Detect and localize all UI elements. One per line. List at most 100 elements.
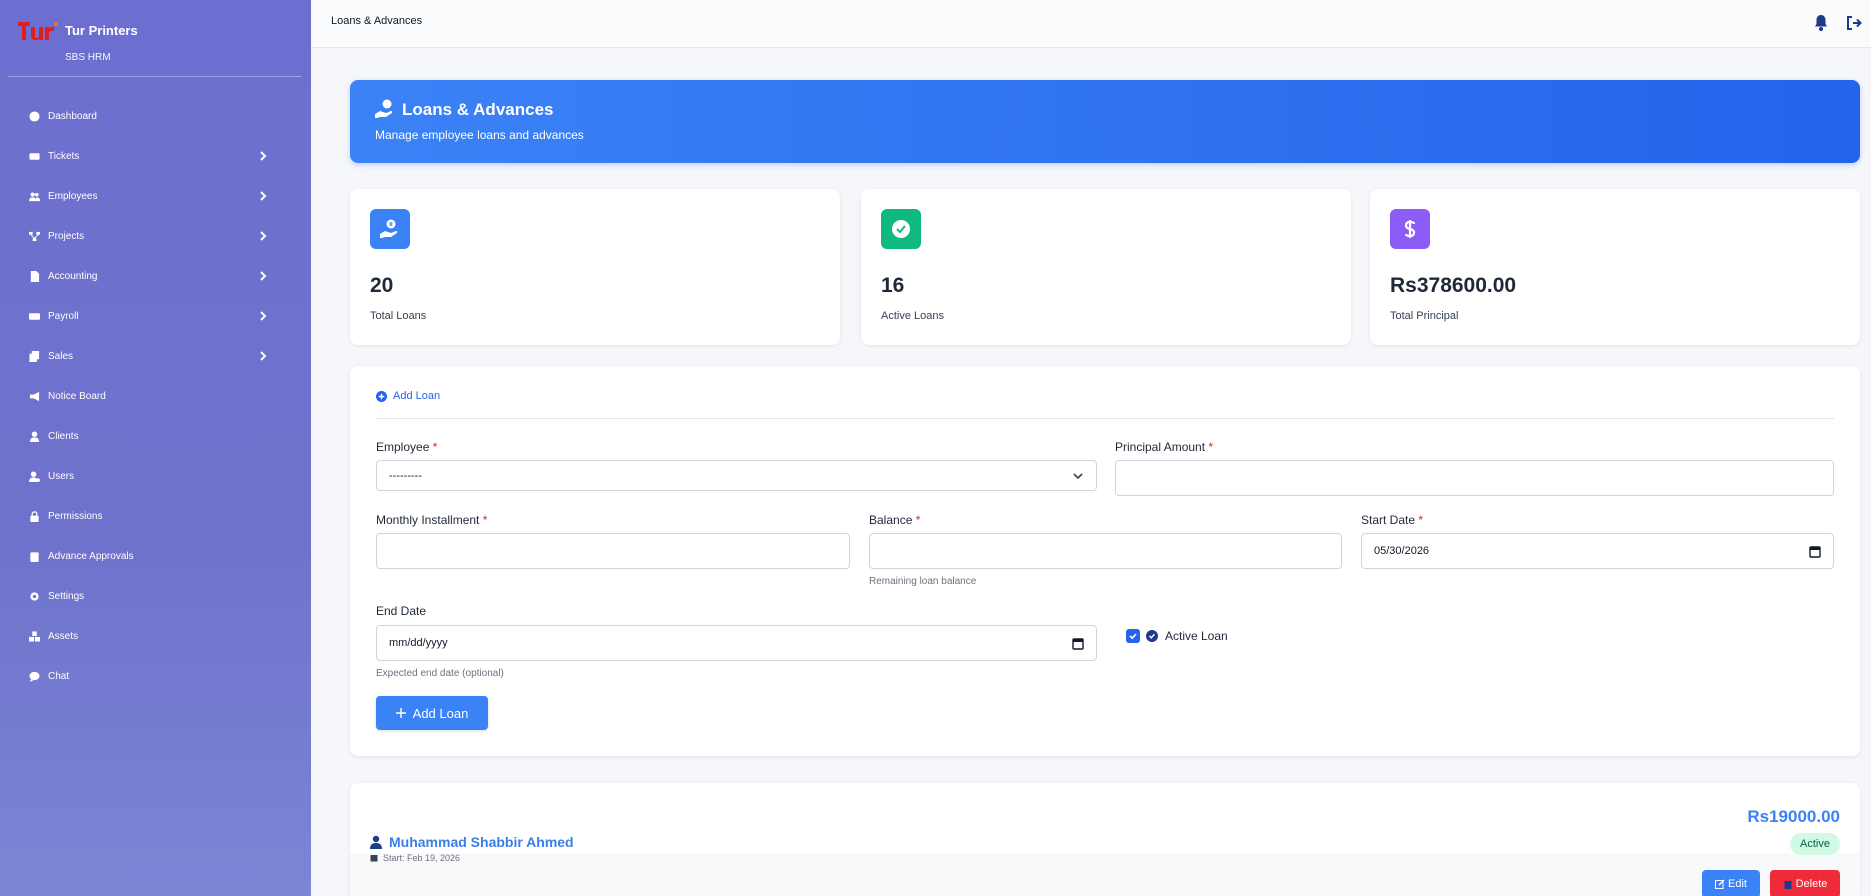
sidebar-item-assets[interactable]: Assets	[0, 616, 311, 656]
hand-dollar-icon	[374, 98, 396, 120]
logout-icon[interactable]	[1845, 14, 1863, 32]
balance-input[interactable]	[869, 533, 1342, 569]
required-mark: *	[915, 513, 921, 527]
sidebar-item-label: Clients	[48, 430, 79, 442]
sidebar-nav: Dashboard Tickets Employees Projects Account…	[0, 96, 311, 696]
sidebar-item-projects[interactable]: Projects	[0, 216, 311, 256]
balance-label-text: Balance	[869, 513, 913, 527]
sidebar-item-label: Dashboard	[48, 110, 97, 122]
start-date-input[interactable]: 05/30/2026	[1361, 533, 1834, 569]
boxes-icon	[28, 630, 40, 642]
start-date-label: Start Date *	[1361, 513, 1423, 527]
sidebar-item-payroll[interactable]: Payroll	[0, 296, 311, 336]
monthly-installment-input[interactable]	[376, 533, 850, 569]
stat-label: Total Principal	[1390, 310, 1459, 322]
ticket-icon	[28, 150, 40, 162]
page-subtitle: Manage employee loans and advances	[375, 128, 584, 142]
balance-help: Remaining loan balance	[869, 576, 977, 587]
sidebar-item-employees[interactable]: Employees	[0, 176, 311, 216]
sidebar-item-advance-approvals[interactable]: Advance Approvals	[0, 536, 311, 576]
start-date-value: 05/30/2026	[1374, 545, 1430, 557]
sidebar-item-permissions[interactable]: Permissions	[0, 496, 311, 536]
required-mark: *	[432, 440, 438, 454]
sitemap-icon	[28, 230, 40, 242]
end-date-label: End Date	[376, 604, 427, 618]
sidebar-item-label: Chat	[48, 670, 70, 682]
sidebar-item-dashboard[interactable]: Dashboard	[0, 96, 311, 136]
add-loan-form: Add Loan Employee * --------- Principal …	[350, 366, 1860, 756]
plus-icon	[395, 708, 406, 718]
edit-button[interactable]: Edit	[1702, 870, 1760, 896]
calendar-icon[interactable]	[1072, 637, 1084, 650]
page-header-banner: Loans & Advances Manage employee loans a…	[350, 80, 1860, 163]
active-loan-checkbox[interactable]: Active Loan	[1126, 629, 1228, 643]
dashboard-icon	[28, 110, 40, 122]
sidebar-item-chat[interactable]: Chat	[0, 656, 311, 696]
required-mark: *	[1418, 513, 1424, 527]
clipboard-check-icon	[28, 550, 40, 562]
sidebar-item-label: Settings	[48, 590, 85, 602]
user-gear-icon	[28, 470, 40, 482]
sidebar-item-users[interactable]: Users	[0, 456, 311, 496]
principal-amount-input[interactable]	[1115, 460, 1834, 496]
active-loan-label: Active Loan	[1165, 629, 1228, 643]
delete-button[interactable]: Delete	[1770, 870, 1840, 896]
required-mark: *	[1208, 440, 1214, 454]
sidebar-item-label: Permissions	[48, 510, 103, 522]
bullhorn-icon	[28, 390, 40, 402]
edit-button-label: Edit	[1728, 878, 1747, 890]
employee-label: Employee *	[376, 440, 437, 454]
stat-value: 20	[370, 274, 394, 297]
chevron-right-icon	[258, 350, 268, 362]
form-heading-label: Add Loan	[393, 390, 441, 402]
loan-card: Muhammad Shabbir Ahmed Start: Feb 19, 20…	[350, 783, 1860, 896]
sidebar-item-accounting[interactable]: Accounting	[0, 256, 311, 296]
loan-employee-name-text: Muhammad Shabbir Ahmed	[389, 834, 574, 850]
sidebar-item-label: Assets	[48, 630, 79, 642]
sidebar-item-settings[interactable]: Settings	[0, 576, 311, 616]
add-loan-button[interactable]: Add Loan	[376, 696, 488, 730]
loan-start-date: Start: Feb 19, 2026	[370, 853, 460, 863]
chevron-down-icon	[1073, 473, 1083, 480]
sidebar-item-notice-board[interactable]: Notice Board	[0, 376, 311, 416]
trash-icon	[1784, 881, 1792, 889]
brand-name: Tur Printers	[65, 23, 138, 38]
sidebar-item-label: Accounting	[48, 270, 98, 282]
sidebar-item-clients[interactable]: Clients	[0, 416, 311, 456]
loan-amount: Rs19000.00	[1747, 807, 1840, 826]
loan-employee-name[interactable]: Muhammad Shabbir Ahmed	[370, 834, 574, 850]
stat-value: Rs378600.00	[1390, 274, 1517, 297]
lock-icon	[28, 510, 40, 522]
user-icon	[370, 835, 382, 849]
loan-card-footer	[350, 853, 1860, 896]
sidebar-item-tickets[interactable]: Tickets	[0, 136, 311, 176]
stat-card-total-principal: Rs378600.00 Total Principal	[1370, 189, 1860, 345]
end-date-input[interactable]: mm/dd/yyyy	[376, 625, 1097, 661]
calendar-icon[interactable]	[1809, 545, 1821, 558]
chevron-right-icon	[258, 190, 268, 202]
add-loan-button-label: Add Loan	[412, 705, 469, 721]
delete-button-label: Delete	[1795, 878, 1828, 890]
employee-select[interactable]: ---------	[376, 460, 1097, 491]
brand[interactable]: Tur Printers SBS HRM	[16, 18, 138, 63]
stat-label: Active Loans	[881, 310, 944, 322]
employee-select-value: ---------	[389, 469, 422, 482]
plus-circle-icon	[376, 390, 387, 402]
money-icon	[28, 310, 40, 322]
page-title: Loans & Advances	[402, 100, 554, 119]
bell-icon[interactable]	[1813, 14, 1829, 32]
sidebar-item-sales[interactable]: Sales	[0, 336, 311, 376]
employee-label-text: Employee	[376, 440, 430, 454]
end-date-help: Expected end date (optional)	[376, 668, 504, 679]
form-heading: Add Loan	[376, 390, 440, 402]
chevron-right-icon	[258, 310, 268, 322]
sidebar-item-label: Sales	[48, 350, 74, 362]
sidebar-divider	[8, 76, 301, 77]
gear-icon	[28, 590, 40, 602]
checkbox-checked-icon[interactable]	[1126, 629, 1140, 643]
chevron-right-icon	[258, 270, 268, 282]
users-icon	[28, 190, 40, 202]
principal-label-text: Principal Amount	[1115, 440, 1206, 454]
breadcrumb: Loans & Advances	[331, 15, 423, 27]
chevron-right-icon	[258, 150, 268, 162]
